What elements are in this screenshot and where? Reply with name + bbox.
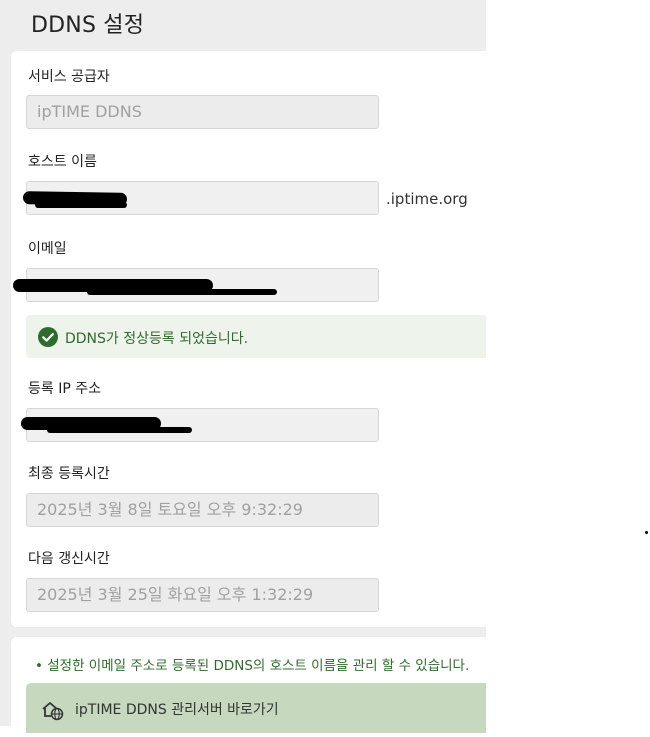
stray-dot — [645, 531, 648, 534]
home-globe-icon — [42, 702, 64, 721]
provider-field: ipTIME DDNS — [26, 95, 379, 129]
email-input[interactable] — [13, 268, 379, 302]
provider-label: 서비스 공급자 — [28, 69, 110, 85]
next-renewal-label: 다음 갱신시간 — [28, 551, 110, 567]
registered-ip-field — [21, 408, 379, 442]
last-registered-label: 최종 등록시간 — [28, 466, 110, 482]
hostname-suffix: .iptime.org — [386, 190, 468, 208]
redaction-mark — [47, 427, 192, 433]
email-label: 이메일 — [28, 241, 67, 257]
status-text: DDNS가 정상등록 되었습니다. — [65, 331, 249, 347]
last-registered-field: 2025년 3월 8일 토요일 오후 9:32:29 — [26, 493, 379, 527]
hostname-label: 호스트 이름 — [28, 154, 97, 170]
check-circle-icon — [38, 327, 58, 347]
next-renewal-field: 2025년 3월 25일 화요일 오후 1:32:29 — [26, 578, 379, 612]
page-title: DDNS 설정 — [31, 13, 145, 38]
ddns-admin-link-label: ipTIME DDNS 관리서버 바로가기 — [75, 702, 279, 718]
registered-ip-label: 등록 IP 주소 — [28, 381, 101, 397]
redaction-mark — [35, 202, 127, 208]
status-message: DDNS가 정상등록 되었습니다. — [26, 315, 486, 358]
info-note: • 설정한 이메일 주소로 등록된 DDNS의 호스트 이름을 관리 할 수 있… — [35, 658, 470, 674]
hostname-input[interactable] — [22, 181, 379, 215]
redaction-mark — [87, 289, 277, 295]
